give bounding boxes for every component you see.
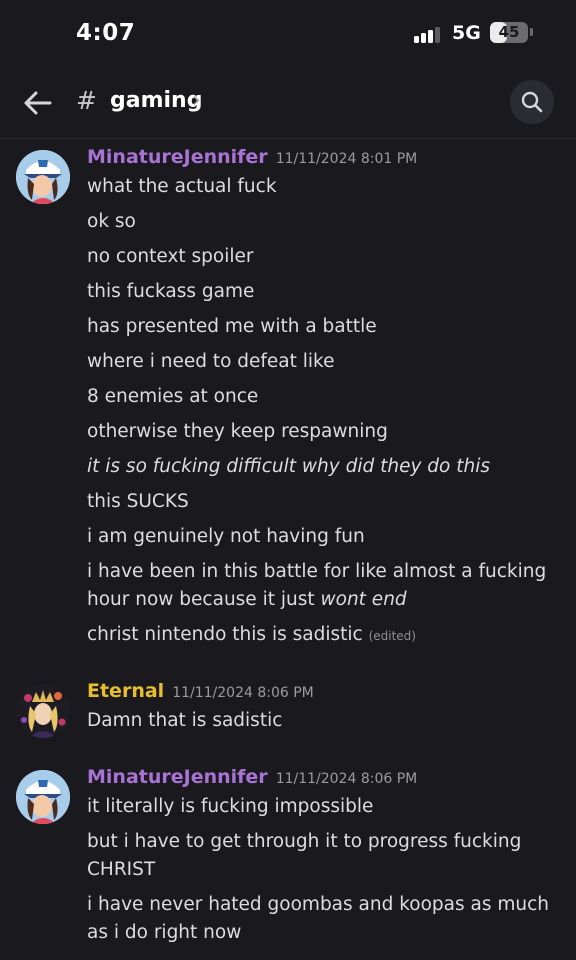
message-line: i have never hated goombas and koopas as… [87, 894, 550, 943]
message-line: it literally is fucking impossible [87, 796, 374, 817]
avatar[interactable] [16, 684, 70, 738]
channel-name[interactable]: gaming [110, 88, 202, 113]
message-line: this fuckass game [87, 281, 255, 302]
message-line: has presented me with a battle [87, 316, 377, 337]
message-text: i have been in this battle for like almo… [87, 561, 547, 610]
message-meta: Eternal 11/11/2024 8:06 PM [87, 680, 314, 702]
message-line: i have been in this battle for like almo… [87, 558, 557, 614]
message-line: what the actual fuck [87, 176, 277, 197]
timestamp: 11/11/2024 8:01 PM [275, 151, 418, 167]
chevron-right-icon[interactable]: › [192, 88, 201, 113]
message-line: 8 enemies at once [87, 386, 259, 407]
message-line-italic: it is so fucking difficult why did they … [87, 453, 557, 481]
author-name[interactable]: Eternal [87, 680, 164, 702]
message-text: christ nintendo this is sadistic [87, 624, 363, 645]
edited-label: (edited) [368, 629, 416, 643]
message-line: otherwise they keep respawning [87, 421, 388, 442]
message-line: this SUCKS [87, 491, 189, 512]
search-icon [521, 91, 543, 113]
status-time: 4:07 [76, 20, 136, 46]
message-line: but i have to get through it to progress… [87, 831, 522, 880]
status-bar: 4:07 5G 45 [0, 0, 576, 68]
author-name[interactable]: MinatureJennifer [87, 146, 268, 168]
message-meta: MinatureJennifer 11/11/2024 8:01 PM [87, 146, 417, 168]
message-line: ok so [87, 211, 136, 232]
message-line: i am genuinely not having fun [87, 526, 365, 547]
author-name[interactable]: MinatureJennifer [87, 766, 268, 788]
message-line: where i need to defeat like [87, 351, 335, 372]
network-type: 5G [452, 22, 481, 44]
search-button[interactable] [510, 80, 554, 124]
battery-percent: 45 [498, 23, 520, 41]
timestamp: 11/11/2024 8:06 PM [275, 771, 418, 787]
message-line: Damn that is sadistic [87, 710, 283, 731]
signal-strength-icon [414, 27, 444, 43]
message-line: no context spoiler [87, 246, 254, 267]
battery-icon: 45 [490, 22, 528, 43]
channel-header: # gaming › [0, 68, 576, 139]
timestamp: 11/11/2024 8:06 PM [172, 685, 314, 701]
italic-text: wont end [320, 589, 407, 610]
avatar[interactable] [16, 150, 70, 204]
message-meta: MinatureJennifer 11/11/2024 8:06 PM [87, 766, 417, 788]
avatar[interactable] [16, 770, 70, 824]
battery-cap [530, 28, 533, 36]
italic-text: it is so fucking difficult why did they … [87, 456, 491, 477]
back-arrow-icon[interactable] [22, 87, 54, 119]
hash-icon: # [76, 86, 97, 115]
message-line: christ nintendo this is sadistic (edited… [87, 621, 557, 650]
